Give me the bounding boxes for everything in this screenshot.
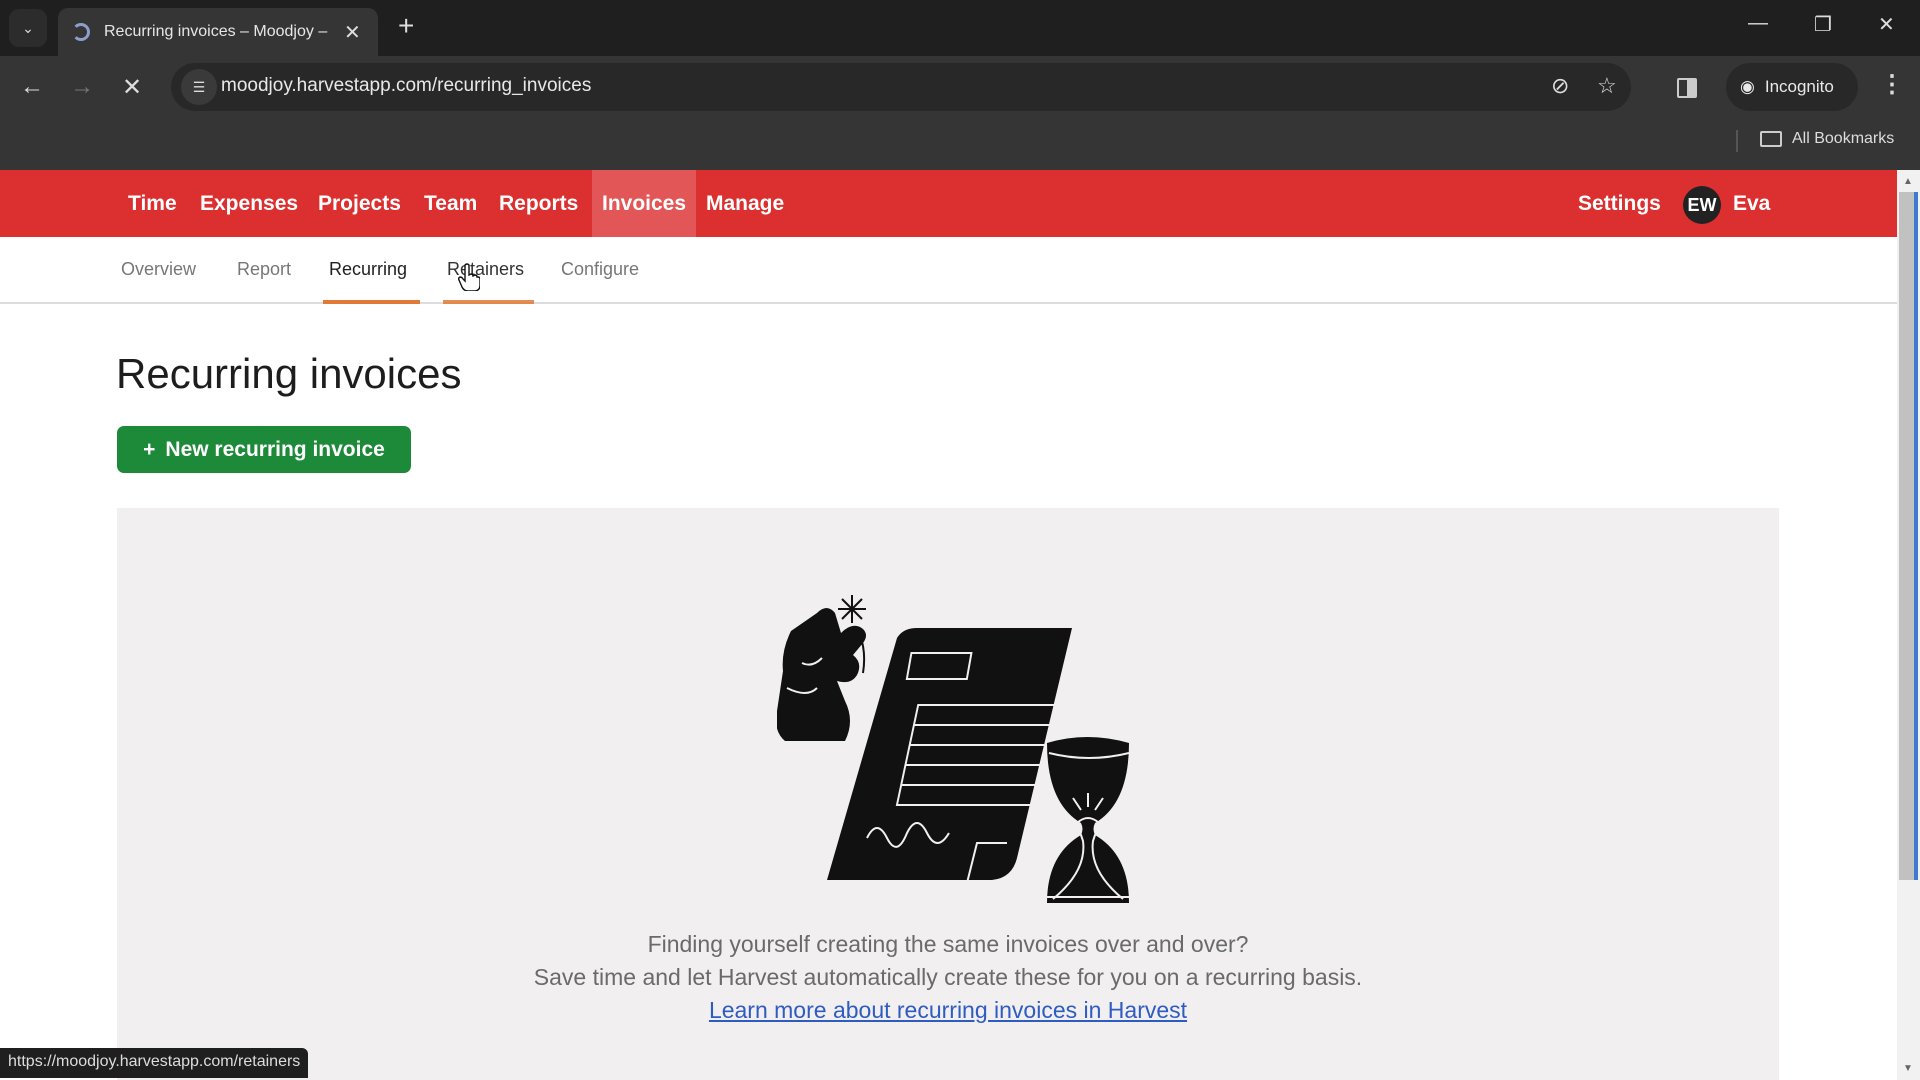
scroll-down-arrow-icon[interactable]: ▼ [1903, 1063, 1913, 1074]
plus-icon: + [143, 437, 156, 461]
link-status-bubble: https://moodjoy.harvestapp.com/retainers [0, 1048, 309, 1078]
tab-title: Recurring invoices – Moodjoy – [104, 23, 328, 40]
user-avatar[interactable]: EW [1683, 186, 1721, 224]
forward-icon[interactable]: → [70, 73, 94, 101]
learn-more-link[interactable]: Learn more about recurring invoices in H… [709, 997, 1187, 1023]
hand-illustration [777, 608, 866, 741]
incognito-icon: ◉ [1740, 77, 1755, 96]
invoice-illustration [777, 595, 1130, 903]
loading-spinner-icon [72, 23, 90, 41]
side-panel-icon[interactable] [1677, 78, 1697, 98]
invoices-sub-nav: Overview Report Recurring Retainers Conf… [0, 237, 1897, 304]
hand-cursor-icon [458, 263, 480, 291]
eye-off-icon[interactable]: ⊘ [1551, 73, 1569, 99]
new-tab-button[interactable]: + [398, 10, 414, 42]
address-bar[interactable]: ☰ moodjoy.harvestapp.com/recurring_invoi… [171, 63, 1631, 111]
minimize-icon[interactable]: — [1748, 12, 1768, 35]
close-tab-icon[interactable]: ✕ [344, 20, 361, 45]
nav-expenses[interactable]: Expenses [190, 170, 308, 237]
subnav-configure[interactable]: Configure [561, 259, 639, 280]
stop-loading-icon[interactable]: ✕ [122, 73, 142, 102]
browser-tab-strip: ⌄ Recurring invoices – Moodjoy – ✕ + — ❐… [0, 0, 1920, 56]
new-recurring-invoice-label: New recurring invoice [165, 437, 385, 461]
hover-tab-underline [443, 300, 534, 304]
nav-reports[interactable]: Reports [489, 170, 588, 237]
nav-projects[interactable]: Projects [308, 170, 411, 237]
user-name[interactable]: Eva [1723, 170, 1780, 237]
url-text[interactable]: moodjoy.harvestapp.com/recurring_invoice… [221, 75, 591, 97]
scroll-up-arrow-icon[interactable]: ▲ [1903, 176, 1913, 187]
browser-menu-icon[interactable]: ⋮ [1880, 70, 1904, 99]
restore-icon[interactable]: ❐ [1814, 12, 1832, 37]
nav-invoices[interactable]: Invoices [592, 170, 696, 237]
hourglass-illustration [1047, 737, 1130, 903]
nav-manage[interactable]: Manage [696, 170, 794, 237]
empty-state-panel: Finding yourself creating the same invoi… [117, 508, 1779, 1080]
bookmarks-divider [1736, 130, 1738, 152]
nav-team[interactable]: Team [414, 170, 487, 237]
new-recurring-invoice-button[interactable]: + New recurring invoice [117, 426, 411, 473]
subnav-recurring[interactable]: Recurring [329, 259, 407, 280]
sparkle-icon [838, 595, 866, 623]
site-info-icon[interactable]: ☰ [181, 69, 217, 105]
incognito-badge[interactable]: ◉ Incognito [1726, 63, 1858, 111]
browser-toolbar: ← → ✕ ☰ moodjoy.harvestapp.com/recurring… [0, 56, 1920, 170]
app-main-nav: Time Expenses Projects Team Reports Invo… [0, 170, 1897, 237]
active-tab-underline [323, 300, 420, 304]
page-title: Recurring invoices [116, 350, 462, 397]
nav-settings[interactable]: Settings [1568, 170, 1671, 237]
incognito-label: Incognito [1764, 77, 1834, 96]
chevron-down-icon: ⌄ [22, 19, 34, 36]
window-close-icon[interactable]: ✕ [1878, 12, 1895, 37]
empty-state-line-1: Finding yourself creating the same invoi… [647, 931, 1249, 957]
tab-search-button[interactable]: ⌄ [9, 9, 47, 47]
back-icon[interactable]: ← [20, 73, 44, 101]
scrollbar-thumb[interactable] [1899, 192, 1918, 880]
page-scrollbar[interactable]: ▲ ▼ [1897, 170, 1920, 1080]
all-bookmarks-label: All Bookmarks [1792, 130, 1895, 147]
empty-state-line-2: Save time and let Harvest automatically … [533, 964, 1363, 990]
subnav-overview[interactable]: Overview [121, 259, 196, 280]
nav-time[interactable]: Time [118, 170, 187, 237]
bookmark-star-icon[interactable]: ☆ [1597, 73, 1617, 99]
browser-tab[interactable]: Recurring invoices – Moodjoy – ✕ [58, 8, 378, 56]
subnav-report[interactable]: Report [237, 259, 291, 280]
folder-icon [1760, 131, 1782, 147]
all-bookmarks-button[interactable]: All Bookmarks [1760, 130, 1894, 148]
